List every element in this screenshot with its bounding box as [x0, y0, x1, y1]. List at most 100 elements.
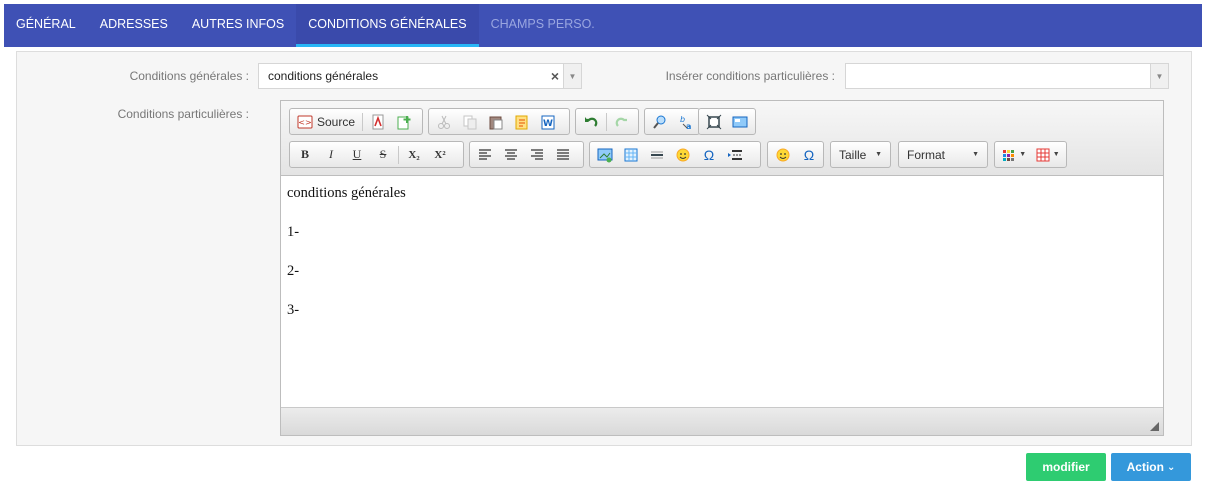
inserer-conditions-select[interactable]: ▼ — [845, 63, 1169, 89]
horizontal-rule-button[interactable] — [646, 144, 668, 166]
horizontal-rule-icon — [649, 147, 665, 163]
paste-icon — [488, 114, 504, 130]
tab-autres-infos[interactable]: AUTRES INFOS — [180, 4, 296, 47]
toolbar-group-clipboard: W — [428, 108, 570, 135]
replace-icon: ba — [678, 114, 694, 131]
new-page-button[interactable] — [393, 111, 415, 133]
align-center-button[interactable] — [500, 144, 522, 166]
inserer-conditions-label: Insérer conditions particulières : — [665, 69, 835, 83]
paste-button[interactable] — [485, 111, 507, 133]
editor-toolbar: <> Source W b a B I U S X₂ X² Ω Ω Taille… — [281, 101, 1163, 176]
caret-down-icon: ▼ — [875, 151, 882, 158]
italic-button[interactable]: I — [320, 144, 342, 166]
toolbar-group-find: ba — [644, 108, 700, 135]
smiley-icon — [675, 147, 691, 163]
modify-button[interactable]: modifier — [1026, 453, 1106, 481]
format-dropdown[interactable]: Format ▼ — [898, 141, 988, 168]
conditions-panel: Conditions générales : conditions généra… — [16, 51, 1192, 446]
action-button[interactable]: Action ⌄ — [1111, 453, 1191, 481]
special-char-button-2[interactable]: Ω — [798, 144, 820, 166]
tab-general[interactable]: GÉNÉRAL — [4, 4, 88, 47]
align-right-button[interactable] — [526, 144, 548, 166]
superscript-button[interactable]: X² — [429, 144, 451, 166]
svg-text:b: b — [680, 115, 685, 124]
bold-button[interactable]: B — [294, 144, 316, 166]
color-grid-icon — [1001, 147, 1017, 163]
preview-button[interactable] — [729, 111, 751, 133]
align-left-icon — [477, 147, 493, 163]
table-button[interactable] — [620, 144, 642, 166]
strikethrough-button[interactable]: S — [372, 144, 394, 166]
source-label: Source — [317, 114, 356, 129]
chevron-down-icon[interactable]: ▼ — [563, 64, 581, 88]
clear-icon[interactable]: × — [547, 68, 563, 84]
justify-icon — [555, 147, 571, 163]
conditions-generales-value: conditions générales — [268, 69, 379, 83]
top-nav: GÉNÉRAL ADRESSES AUTRES INFOS CONDITIONS… — [4, 4, 1202, 47]
toolbar-group-view — [698, 108, 756, 135]
copy-button[interactable] — [459, 111, 481, 133]
tab-conditions-generales[interactable]: CONDITIONS GÉNÉRALES — [296, 4, 479, 47]
toolbar-separator — [362, 112, 364, 131]
editor-paragraph: conditions générales — [287, 185, 406, 201]
replace-button[interactable]: ba — [675, 111, 697, 133]
paste-word-icon: W — [540, 114, 556, 130]
new-page-icon — [396, 114, 412, 130]
page-break-button[interactable] — [724, 144, 746, 166]
toolbar-group-alignment — [469, 141, 584, 168]
toolbar-separator — [398, 145, 399, 164]
tab-champs-perso[interactable]: CHAMPS PERSO. — [479, 4, 607, 47]
maximize-icon — [706, 114, 722, 130]
toolbar-separator — [606, 112, 607, 131]
size-dropdown[interactable]: Taille ▼ — [830, 141, 891, 168]
resize-handle-icon[interactable] — [1150, 422, 1159, 431]
conditions-generales-select[interactable]: conditions générales × ▼ — [258, 63, 582, 89]
toolbar-group-extra: Ω — [767, 141, 824, 168]
paste-text-icon — [514, 114, 530, 130]
cut-button[interactable] — [433, 111, 455, 133]
color-button[interactable]: ▼ — [999, 144, 1029, 166]
export-pdf-button[interactable] — [367, 111, 389, 133]
redo-icon — [614, 114, 630, 130]
table-grid-button[interactable]: ▼ — [1033, 144, 1063, 166]
image-button[interactable] — [594, 144, 616, 166]
source-button[interactable]: <> Source — [294, 111, 358, 133]
page-break-icon — [727, 147, 743, 163]
conditions-generales-label: Conditions générales : — [129, 69, 249, 83]
maximize-button[interactable] — [703, 111, 725, 133]
copy-icon — [462, 114, 478, 130]
magnifier-icon — [652, 114, 668, 130]
toolbar-group-undo — [575, 108, 639, 135]
emoji-button[interactable] — [772, 144, 794, 166]
tab-adresses[interactable]: ADRESSES — [88, 4, 180, 47]
editor-paragraph: 3- — [287, 302, 300, 318]
toolbar-group-insert: Ω — [589, 141, 761, 168]
action-button-label: Action — [1126, 460, 1164, 474]
format-dropdown-label: Format — [907, 147, 946, 162]
chevron-down-icon: ⌄ — [1166, 461, 1176, 473]
undo-button[interactable] — [580, 111, 602, 133]
paste-word-button[interactable]: W — [537, 111, 559, 133]
align-right-icon — [529, 147, 545, 163]
image-icon — [597, 147, 613, 163]
redo-button[interactable] — [611, 111, 633, 133]
justify-button[interactable] — [552, 144, 574, 166]
chevron-down-icon[interactable]: ▼ — [1150, 64, 1168, 88]
subscript-button[interactable]: X₂ — [403, 144, 425, 166]
source-icon: <> — [297, 114, 313, 130]
paste-text-button[interactable] — [511, 111, 533, 133]
smiley-button[interactable] — [672, 144, 694, 166]
special-char-button[interactable]: Ω — [698, 144, 720, 166]
caret-down-icon: ▼ — [1052, 151, 1060, 158]
editor-paragraph: 1- — [287, 224, 300, 240]
editor-statusbar — [281, 407, 1163, 435]
toolbar-group-document: <> Source — [289, 108, 423, 135]
svg-text:<>: <> — [298, 118, 311, 127]
conditions-particulieres-label: Conditions particulières : — [117, 107, 249, 121]
preview-icon — [732, 114, 748, 130]
caret-down-icon: ▼ — [972, 151, 979, 158]
editor-content[interactable]: conditions générales 1- 2- 3- — [281, 177, 1163, 407]
align-left-button[interactable] — [474, 144, 496, 166]
find-button[interactable] — [649, 111, 671, 133]
underline-button[interactable]: U — [346, 144, 368, 166]
